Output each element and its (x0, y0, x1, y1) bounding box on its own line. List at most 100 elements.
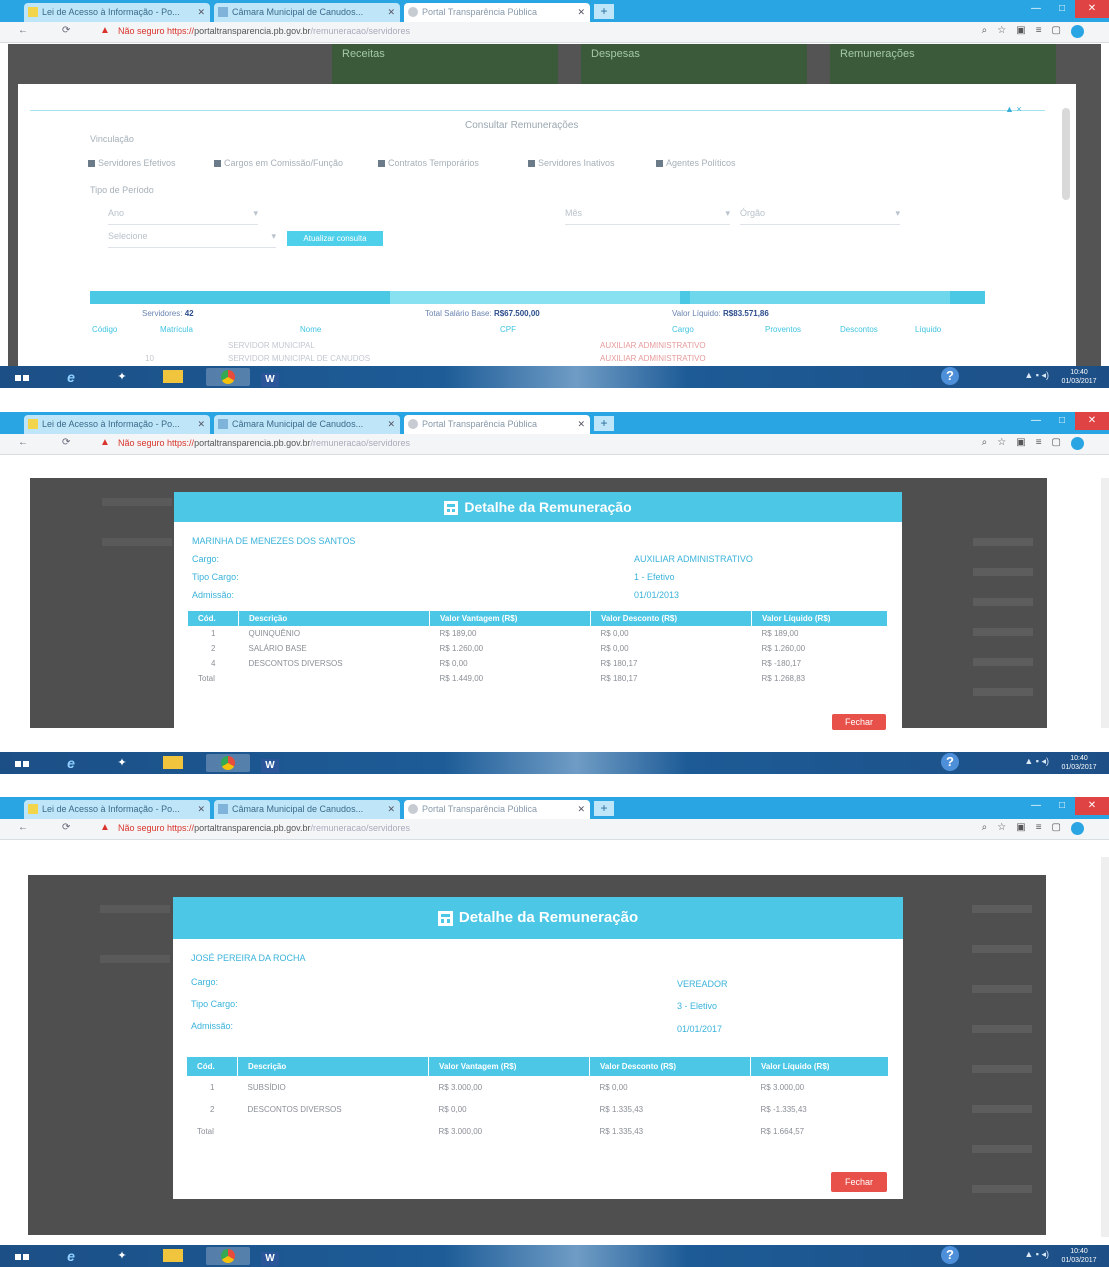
browser-tab-1[interactable]: Lei de Acesso à Informação - Po... ✕ (24, 800, 210, 819)
help-icon[interactable]: ? (941, 367, 959, 385)
col-nome[interactable]: Nome (300, 325, 321, 334)
menu-icon[interactable]: ≡ (1036, 25, 1042, 38)
clock[interactable]: 10:40 01/03/2017 (1055, 754, 1103, 772)
menu-icon[interactable]: ≡ (1036, 822, 1042, 835)
cast-icon[interactable]: ▢ (1052, 822, 1061, 835)
system-tray-icons[interactable]: ▲ ▪ ◂) (1024, 1249, 1049, 1260)
extension-icon[interactable]: ▣ (1016, 25, 1025, 38)
minimize-button[interactable]: — (1023, 0, 1049, 18)
extra-select[interactable]: Selecione ▾ (108, 231, 276, 248)
close-icon[interactable]: ✕ (197, 415, 205, 434)
browser-tab-3[interactable]: Portal Transparência Pública ✕ (404, 415, 590, 434)
chrome-icon[interactable] (206, 754, 250, 772)
back-icon[interactable]: ← (18, 437, 28, 448)
back-icon[interactable]: ← (18, 822, 28, 833)
maximize-button[interactable]: □ (1049, 797, 1075, 815)
maximize-button[interactable]: □ (1049, 0, 1075, 18)
tile-despesas[interactable]: Despesas (581, 44, 807, 84)
checkbox-efetivos[interactable]: Servidores Efetivos (88, 158, 176, 168)
minimize-button[interactable]: — (1023, 412, 1049, 430)
org-select[interactable]: Órgão ▾ (740, 208, 900, 225)
star-icon[interactable]: ☆ (997, 25, 1006, 38)
atualizar-button[interactable]: Atualizar consulta (287, 231, 383, 246)
new-tab-button[interactable]: + (594, 416, 614, 431)
reload-icon[interactable]: ⟳ (62, 25, 70, 36)
new-tab-button[interactable]: + (594, 4, 614, 19)
store-icon[interactable]: ✦ (112, 1247, 132, 1265)
close-window-button[interactable]: ✕ (1075, 0, 1109, 18)
reload-icon[interactable]: ⟳ (62, 437, 70, 448)
profile-icon[interactable] (1071, 822, 1084, 835)
browser-tab-3[interactable]: Portal Transparência Pública ✕ (404, 3, 590, 22)
back-icon[interactable]: ← (18, 25, 28, 36)
file-explorer-icon[interactable] (160, 754, 186, 772)
chrome-icon[interactable] (206, 368, 250, 386)
modal-scrollbar[interactable] (1062, 108, 1070, 200)
system-tray-icons[interactable]: ▲ ▪ ◂) (1024, 370, 1049, 381)
search-icon[interactable]: ⌕ (982, 437, 988, 450)
chrome-icon[interactable] (206, 1247, 250, 1265)
word-icon[interactable]: W (258, 754, 282, 773)
maximize-button[interactable]: □ (1049, 412, 1075, 430)
word-icon[interactable]: W (258, 1247, 282, 1266)
help-icon[interactable]: ? (941, 1246, 959, 1264)
fechar-button[interactable]: Fechar (831, 1172, 887, 1192)
close-icon[interactable]: ✕ (197, 800, 205, 819)
file-explorer-icon[interactable] (160, 368, 186, 386)
store-icon[interactable]: ✦ (112, 368, 132, 386)
star-icon[interactable]: ☆ (997, 437, 1006, 450)
close-icon[interactable]: ✕ (197, 3, 205, 22)
row-1-nome[interactable]: SERVIDOR MUNICIPAL (228, 341, 315, 350)
browser-tab-2[interactable]: Câmara Municipal de Canudos... ✕ (214, 415, 400, 434)
word-icon[interactable]: W (258, 368, 282, 387)
col-cargo[interactable]: Cargo (672, 325, 694, 334)
close-icon[interactable]: ✕ (577, 800, 585, 819)
help-icon[interactable]: ? (941, 753, 959, 771)
reload-icon[interactable]: ⟳ (62, 822, 70, 833)
col-cpf[interactable]: CPF (500, 325, 516, 334)
col-proventos[interactable]: Proventos (765, 325, 801, 334)
close-icon[interactable]: ✕ (577, 3, 585, 22)
page-scrollbar[interactable] (1101, 857, 1109, 1237)
internet-explorer-icon[interactable]: e (60, 1247, 82, 1265)
year-select[interactable]: Ano ▾ (108, 208, 258, 225)
url-field[interactable]: Não seguro https://portaltransparencia.p… (118, 823, 410, 833)
checkbox-comissao[interactable]: Cargos em Comissão/Função (214, 158, 343, 168)
profile-icon[interactable] (1071, 25, 1084, 38)
close-icon[interactable]: ✕ (387, 800, 395, 819)
close-icon[interactable]: ✕ (387, 3, 395, 22)
col-descontos[interactable]: Descontos (840, 325, 878, 334)
internet-explorer-icon[interactable]: e (60, 754, 82, 772)
internet-explorer-icon[interactable]: e (60, 368, 82, 386)
system-tray-icons[interactable]: ▲ ▪ ◂) (1024, 756, 1049, 767)
extension-icon[interactable]: ▣ (1016, 822, 1025, 835)
browser-tab-1[interactable]: Lei de Acesso à Informação - Po... ✕ (24, 3, 210, 22)
close-icon[interactable]: ✕ (387, 415, 395, 434)
browser-tab-3[interactable]: Portal Transparência Pública ✕ (404, 800, 590, 819)
cast-icon[interactable]: ▢ (1052, 25, 1061, 38)
search-icon[interactable]: ⌕ (982, 25, 988, 38)
search-icon[interactable]: ⌕ (982, 822, 988, 835)
page-scrollbar[interactable] (1101, 478, 1109, 728)
browser-tab-1[interactable]: Lei de Acesso à Informação - Po... ✕ (24, 415, 210, 434)
clock[interactable]: 10:40 01/03/2017 (1055, 368, 1103, 386)
extension-icon[interactable]: ▣ (1016, 437, 1025, 450)
tile-receitas[interactable]: Receitas (332, 44, 558, 84)
tile-remuneracoes[interactable]: Remunerações (830, 44, 1056, 84)
star-icon[interactable]: ☆ (997, 822, 1006, 835)
store-icon[interactable]: ✦ (112, 754, 132, 772)
checkbox-temporarios[interactable]: Contratos Temporários (378, 158, 479, 168)
url-field[interactable]: Não seguro https://portaltransparencia.p… (118, 438, 410, 448)
col-matricula[interactable]: Matrícula (160, 325, 193, 334)
profile-icon[interactable] (1071, 437, 1084, 450)
clock[interactable]: 10:40 01/03/2017 (1055, 1247, 1103, 1265)
windows-start-icon[interactable] (10, 754, 34, 772)
minimize-button[interactable]: — (1023, 797, 1049, 815)
windows-start-icon[interactable] (10, 1247, 34, 1265)
close-icon[interactable]: ✕ (577, 415, 585, 434)
close-window-button[interactable]: ✕ (1075, 797, 1109, 815)
browser-tab-2[interactable]: Câmara Municipal de Canudos... ✕ (214, 800, 400, 819)
row-2-nome[interactable]: SERVIDOR MUNICIPAL DE CANUDOS (228, 354, 370, 363)
col-codigo[interactable]: Código (92, 325, 117, 334)
checkbox-inativos[interactable]: Servidores Inativos (528, 158, 615, 168)
